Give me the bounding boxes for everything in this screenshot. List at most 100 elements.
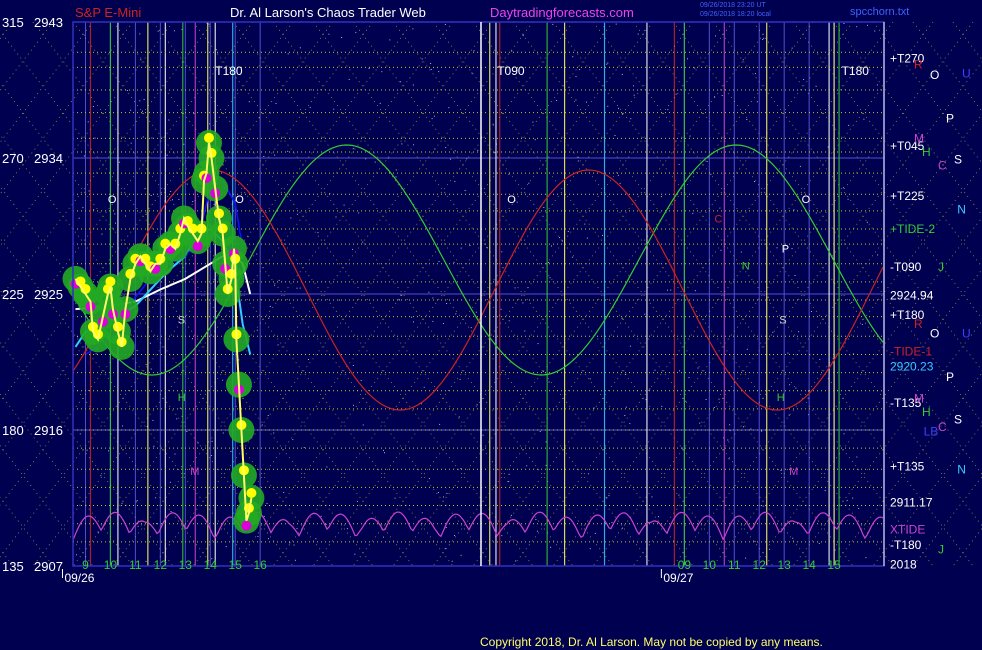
star-dot (181, 466, 183, 468)
star-dot (834, 549, 836, 551)
chart-letter: M (789, 466, 798, 478)
star-dot (575, 76, 577, 78)
price-point (241, 520, 252, 531)
star-dot (421, 58, 423, 60)
star-dot (637, 33, 639, 35)
star-dot (97, 531, 99, 533)
y-angle-label: 270 (2, 151, 24, 166)
star-dot (754, 181, 755, 182)
star-dot (536, 530, 538, 532)
star-dot (586, 237, 588, 239)
star-dot (170, 511, 172, 512)
star-dot (692, 212, 694, 214)
star-dot (292, 439, 294, 441)
star-dot (571, 256, 573, 258)
star-dot (296, 528, 298, 530)
planet-letter: O (930, 326, 939, 340)
star-dot (454, 150, 456, 152)
chaos-chart: 315 2943 270 2934 225 2925 180 2916 135 2907 9 10 11… (0, 0, 982, 650)
star-dot (477, 149, 479, 151)
star-dot (602, 234, 603, 236)
star-dot (670, 289, 672, 291)
star-dot (644, 313, 646, 315)
star-dot (803, 79, 805, 80)
star-dot (439, 423, 441, 425)
planet-letter: N (957, 462, 966, 476)
star-dot (381, 71, 383, 73)
star-dot (728, 458, 730, 460)
star-dot (317, 232, 319, 234)
star-dot (428, 478, 430, 480)
y-price-label: 2943 (34, 15, 63, 30)
star-dot (745, 557, 747, 559)
star-dot (464, 190, 466, 191)
star-dot (542, 371, 544, 373)
star-dot (394, 497, 396, 499)
star-dot (508, 173, 510, 175)
star-dot (341, 37, 343, 38)
star-dot (515, 560, 517, 562)
star-dot (861, 323, 863, 325)
star-dot (589, 548, 591, 550)
star-dot (454, 535, 455, 536)
right-axis-label: 2920.23 (890, 360, 934, 374)
star-dot (273, 432, 275, 434)
star-dot (150, 368, 152, 370)
star-dot (629, 345, 631, 347)
copyright-notice: Copyright 2018, Dr. Al Larson. May not b… (480, 635, 823, 649)
star-dot (88, 190, 90, 192)
star-dot (130, 109, 132, 111)
star-dot (438, 71, 440, 73)
right-axis-label: XTIDE (890, 523, 925, 537)
star-dot (661, 405, 663, 407)
star-dot (761, 430, 762, 432)
star-dot (543, 207, 545, 208)
chart-letter: O (108, 194, 117, 206)
planet-letter: M (914, 131, 924, 145)
star-dot (358, 212, 360, 214)
star-dot (315, 538, 317, 540)
planet-letter: J (938, 260, 944, 274)
y-angle-label: 180 (2, 423, 24, 438)
star-dot (501, 251, 503, 253)
star-dot (473, 50, 475, 52)
star-dot (792, 537, 794, 539)
star-dot (687, 58, 688, 60)
site-link[interactable]: Daytradingforecasts.com (490, 5, 634, 20)
star-dot (711, 519, 713, 521)
star-dot (274, 284, 276, 286)
star-dot (432, 297, 434, 299)
star-dot (750, 428, 752, 430)
star-dot (514, 287, 516, 289)
star-dot (788, 414, 790, 416)
star-dot (755, 73, 756, 75)
star-dot (842, 187, 844, 189)
star-dot (83, 155, 85, 157)
star-dot (815, 212, 817, 214)
star-dot (267, 415, 269, 416)
star-dot (248, 101, 250, 103)
star-dot (183, 143, 185, 145)
star-dot (433, 115, 435, 117)
timing-label: T180 (215, 64, 243, 78)
x-tick-label: 13 (179, 558, 193, 572)
star-dot (865, 557, 867, 559)
planet-letter: R (914, 57, 923, 71)
star-dot (208, 23, 210, 25)
star-dot (210, 455, 212, 456)
star-dot (746, 348, 748, 350)
star-dot (142, 136, 144, 138)
right-axis-label: 2924.94 (890, 289, 934, 303)
y-price-label: 2916 (34, 423, 63, 438)
star-dot (263, 156, 265, 157)
chart-letter: O (802, 194, 811, 206)
star-dot (856, 26, 858, 28)
planet-letter: C (938, 420, 947, 434)
y-angle-label: 225 (2, 287, 24, 302)
star-dot (727, 439, 729, 441)
star-dot (157, 30, 159, 32)
star-dot (268, 317, 270, 319)
planet-letter: R (914, 317, 923, 331)
star-dot (644, 29, 646, 31)
planet-letter: N (957, 202, 966, 216)
